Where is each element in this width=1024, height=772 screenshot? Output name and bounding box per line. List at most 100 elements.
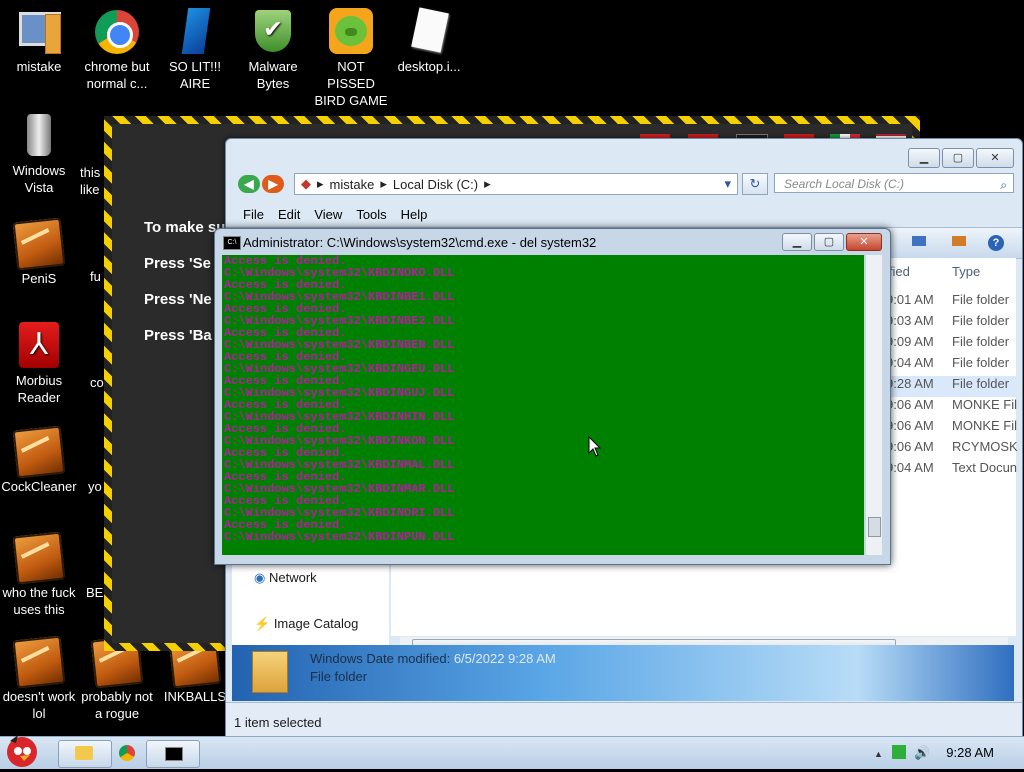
file-row[interactable]: 9:06 AM MONKE Fil	[886, 397, 1017, 418]
details-name: Windows	[310, 651, 363, 666]
desktop-icon-doesnt-work-lol[interactable]: doesn't work lol	[0, 635, 78, 722]
file-row[interactable]: 9:09 AM File folder	[886, 334, 1016, 355]
file-modified: 9:04 AM	[886, 355, 934, 370]
cmd-icon[interactable]: C:\	[223, 236, 241, 250]
help-icon[interactable]: ?	[988, 235, 1004, 251]
desktop-icon-malwarebytes[interactable]: ✔ Malware Bytes	[234, 8, 312, 92]
file-row[interactable]: 9:01 AM File folder	[886, 292, 1016, 313]
views-icon[interactable]	[912, 236, 926, 246]
vertical-scrollbar[interactable]	[866, 255, 882, 555]
instruction-text: Press 'Ne	[144, 291, 212, 308]
desktop-icon-desktop-ini[interactable]: desktop.i...	[390, 7, 468, 75]
details-modified-label: Date modified:	[366, 651, 451, 666]
file-row[interactable]: 9:04 AM Text Docun	[886, 460, 1018, 481]
maximize-button[interactable]: ▢	[942, 148, 974, 168]
breadcrumb-separator-icon: ▸	[317, 176, 324, 191]
cmd-window: C:\ Administrator: C:\Windows\system32\c…	[214, 228, 891, 565]
file-modified: 9:06 AM	[886, 439, 934, 454]
breadcrumb-item[interactable]: Local Disk (C:)	[393, 177, 478, 192]
search-placeholder: Search Local Disk (C:)	[784, 177, 905, 191]
desktop-icon-label: SO LIT!!! AIRE	[168, 59, 221, 91]
desktop-icon-label: INKBALLS	[163, 689, 227, 704]
dropdown-arrow-icon[interactable]: ▾	[724, 176, 731, 192]
file-modified: 9:06 AM	[886, 418, 934, 433]
desktop-icon-penis[interactable]: PeniS	[0, 217, 78, 287]
desktop-icon-windows-vista[interactable]: Windows Vista	[0, 112, 78, 196]
volume-icon[interactable]: 🔊	[914, 745, 930, 761]
desktop-icon-label: mistake	[16, 59, 62, 74]
desktop-icon-who-uses-this[interactable]: who the fuck uses this	[0, 531, 78, 618]
file-type: Text Docun	[952, 460, 1018, 475]
nav-arrows: ◀ ▶	[236, 173, 288, 195]
column-header-type[interactable]: Type	[952, 264, 980, 279]
desktop-icon-label: chrome but normal c...	[84, 59, 150, 91]
system-tray: ▲ 🔊 9:28 AM	[854, 737, 1024, 769]
file-row[interactable]: 9:03 AM File folder	[886, 313, 1016, 334]
folder-icon	[75, 746, 93, 760]
desktop-icon-so-lit-aire[interactable]: SO LIT!!! AIRE	[156, 8, 234, 92]
cockroach-icon	[12, 217, 66, 271]
file-type: MONKE Fil	[952, 418, 1017, 433]
chrome-icon	[119, 745, 135, 761]
desktop-icon-label: doesn't work lol	[2, 689, 76, 721]
file-modified: 9:01 AM	[886, 292, 934, 307]
desktop-icon-chrome[interactable]: chrome but normal c...	[78, 8, 156, 92]
clock[interactable]: 9:28 AM	[946, 745, 994, 760]
desktop-icon-mistake[interactable]: mistake	[0, 8, 78, 75]
scrollbar-thumb[interactable]	[868, 517, 881, 537]
menu-view[interactable]: View	[307, 205, 349, 225]
menu-tools[interactable]: Tools	[349, 205, 393, 225]
menu-edit[interactable]: Edit	[271, 205, 307, 225]
tray-expand-icon[interactable]: ▲	[874, 749, 883, 759]
cockroach-icon	[12, 635, 66, 689]
desktop-icon-cockcleaner[interactable]: CockCleaner	[0, 425, 78, 495]
search-input[interactable]: Search Local Disk (C:) ⌕	[774, 173, 1014, 193]
menu-help[interactable]: Help	[394, 205, 435, 225]
desktop-icon-not-pissed-bird-game[interactable]: NOT PISSED BIRD GAME	[312, 8, 390, 109]
desktop-icon-this-like[interactable]: this like	[80, 164, 104, 198]
file-row[interactable]: 9:06 AM MONKE Fil	[886, 418, 1017, 439]
document-icon	[405, 7, 453, 56]
close-button[interactable]: ✕	[846, 233, 882, 251]
file-row[interactable]: 9:06 AM RCYMOSK	[886, 439, 1018, 460]
preview-pane-icon[interactable]	[952, 236, 966, 246]
taskbar-button-chrome[interactable]	[116, 740, 138, 766]
file-row-selected[interactable]: 9:28 AM File folder	[886, 376, 1016, 397]
desktop-icon-label: who the fuck uses this	[2, 585, 76, 617]
refresh-icon[interactable]: ↻	[742, 173, 768, 195]
file-type: File folder	[952, 355, 1010, 370]
back-button[interactable]: ◀	[238, 175, 260, 193]
search-icon[interactable]: ⌕	[1000, 175, 1007, 195]
file-type: File folder	[952, 334, 1010, 349]
breadcrumb-item[interactable]: mistake	[330, 177, 375, 192]
start-button[interactable]	[0, 731, 46, 769]
console-output[interactable]: Access is denied. C:\Windows\system32\KBD…	[222, 255, 864, 555]
nav-item-image-catalog[interactable]: ⚡ Image Catalog	[254, 616, 358, 632]
close-button[interactable]: ✕	[976, 148, 1014, 168]
taskbar: ▲ 🔊 9:28 AM	[0, 735, 1024, 769]
network-icon: ◉	[254, 570, 266, 585]
maximize-button[interactable]: ▢	[814, 233, 844, 251]
desktop-icon-morbius-reader[interactable]: ⅄ Morbius Reader	[0, 322, 78, 406]
angry-bird-start-icon	[7, 735, 37, 767]
instruction-text: Press 'Ba	[144, 327, 212, 344]
taskbar-button-explorer[interactable]	[58, 740, 112, 768]
network-status-icon[interactable]	[892, 745, 906, 759]
file-modified: 9:06 AM	[886, 397, 934, 412]
forward-button[interactable]: ▶	[262, 175, 284, 193]
file-type: File folder	[952, 313, 1010, 328]
mouse-cursor-icon	[588, 436, 602, 457]
taskbar-button-cmd[interactable]	[146, 740, 200, 768]
nav-item-network[interactable]: ◉ Network	[254, 570, 317, 586]
file-type: RCYMOSK	[952, 439, 1018, 454]
minimize-button[interactable]: ▁	[782, 233, 812, 251]
menu-file[interactable]: File	[236, 205, 271, 225]
details-title: Windows Date modified: 6/5/2022 9:28 AM	[310, 651, 556, 666]
desktop-icon-label: PeniS	[21, 271, 57, 286]
minimize-button[interactable]: ▁	[908, 148, 940, 168]
chrome-icon	[93, 8, 141, 56]
cmd-caption-buttons: ▁ ▢ ✕	[782, 233, 882, 251]
address-bar[interactable]: ◆ ▸ mistake ▸ Local Disk (C:) ▸ ▾	[294, 173, 738, 195]
file-row[interactable]: 9:04 AM File folder	[886, 355, 1016, 376]
desktop-icon-label: this like	[80, 165, 101, 197]
